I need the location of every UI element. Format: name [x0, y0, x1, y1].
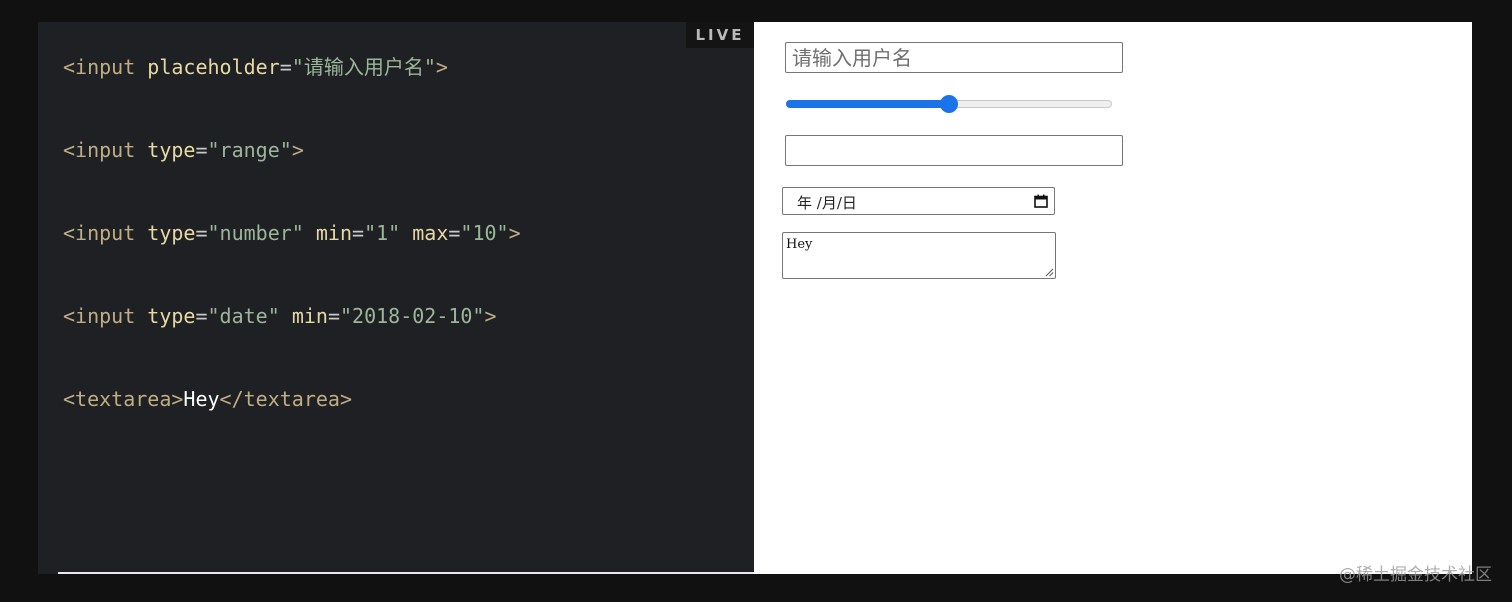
username-input[interactable] [785, 42, 1123, 73]
code-token-eq: = [352, 221, 365, 245]
code-token-eq: = [448, 221, 461, 245]
date-input[interactable]: 年 /月/日 [782, 187, 1055, 215]
code-token-eq: = [279, 55, 292, 79]
code-token-close: > [484, 304, 497, 328]
code-token-eq: = [195, 221, 208, 245]
code-line-3: <input type="number" min="1" max="10"> [63, 220, 521, 246]
code-token-tag: <input [63, 138, 136, 162]
code-token-string: "1" [364, 221, 401, 245]
code-token-string: "range" [207, 138, 292, 162]
code-editor-pane[interactable]: <input placeholder="请输入用户名"> <input type… [38, 22, 754, 574]
code-token-attr: min [291, 304, 328, 328]
code-token-tag: <input [63, 55, 136, 79]
code-token-string: "2018-02-10" [339, 304, 485, 328]
range-slider-fill [786, 100, 949, 108]
code-token-close: > [435, 55, 448, 79]
code-token-eq: = [195, 138, 208, 162]
code-token-tag: <input [63, 304, 136, 328]
code-token-attr: type [147, 221, 196, 245]
range-slider-thumb[interactable] [940, 95, 958, 113]
textarea-content: Hey [786, 237, 813, 252]
code-token-eq: = [327, 304, 340, 328]
code-token-attr: max [412, 221, 449, 245]
watermark: @稀土掘金技术社区 [1339, 565, 1492, 585]
code-token-attr: type [147, 138, 196, 162]
code-line-4: <input type="date" min="2018-02-10"> [63, 303, 497, 329]
code-token-string: "date" [207, 304, 280, 328]
code-token-tag: <input [63, 221, 136, 245]
live-preview-pane: 年 /月/日 Hey [754, 22, 1472, 574]
code-token-close: > [291, 138, 304, 162]
calendar-icon[interactable] [1034, 194, 1048, 208]
code-token-attr: placeholder [147, 55, 280, 79]
code-token-string: "请输入用户名" [291, 55, 436, 79]
code-token-tag: <textarea> [63, 387, 184, 411]
code-token-string: "10" [460, 221, 509, 245]
resize-handle-icon[interactable] [1044, 267, 1054, 277]
divider [58, 572, 754, 574]
code-line-5: <textarea>Hey</textarea> [63, 386, 352, 412]
code-line-2: <input type="range"> [63, 137, 304, 163]
code-token-string: "number" [207, 221, 304, 245]
code-token-attr: min [315, 221, 353, 245]
date-placeholder: 年 /月/日 [797, 194, 857, 212]
code-token-eq: = [195, 304, 208, 328]
code-token-text: Hey [183, 387, 220, 411]
code-token-attr: type [147, 304, 196, 328]
live-badge: LIVE [686, 22, 754, 48]
textarea[interactable]: Hey [782, 232, 1056, 279]
code-token-close-tag: </textarea> [219, 387, 352, 411]
number-input[interactable] [785, 135, 1123, 166]
code-token-close: > [508, 221, 521, 245]
code-line-1: <input placeholder="请输入用户名"> [63, 54, 448, 80]
